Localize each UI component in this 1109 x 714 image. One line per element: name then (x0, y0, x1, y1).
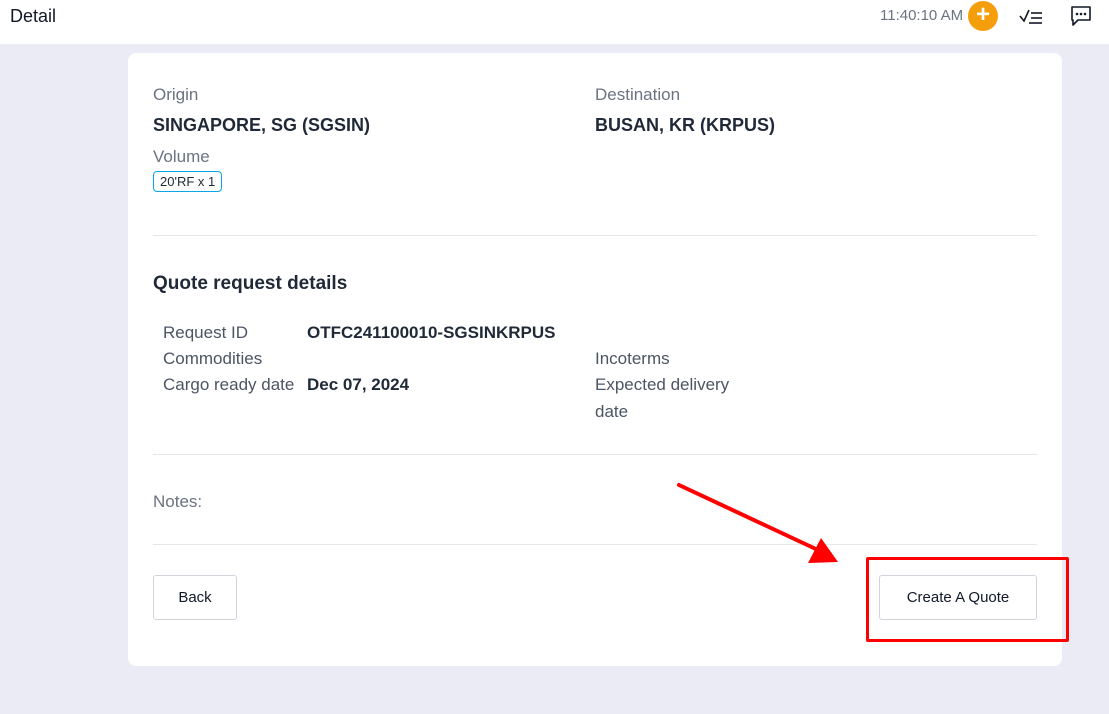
destination-label: Destination (595, 85, 681, 104)
expected-delivery-label-cont: date (595, 402, 629, 421)
divider (153, 454, 1037, 455)
notes-label: Notes: (153, 492, 203, 511)
add-button[interactable]: + (968, 1, 998, 31)
origin-label: Origin (153, 85, 199, 104)
request-id-label: Request ID (163, 323, 249, 342)
incoterms-label: Incoterms (595, 349, 670, 368)
back-button[interactable]: Back (153, 575, 237, 620)
quote-request-card: Origin SINGAPORE, SG (SGSIN) Destination… (128, 53, 1062, 666)
commodities-label: Commodities (163, 349, 263, 368)
clock-time: 11:40:10 AM (880, 7, 964, 24)
section-title: Quote request details (153, 273, 348, 294)
chat-icon[interactable] (1068, 4, 1094, 28)
origin-value: SINGAPORE, SG (SGSIN) (153, 115, 371, 135)
destination-value: BUSAN, KR (KRPUS) (595, 115, 775, 135)
top-bar: Detail 11:40:10 AM + (0, 0, 1109, 44)
volume-label: Volume (153, 147, 210, 166)
checklist-icon[interactable] (1018, 4, 1044, 28)
volume-tag: 20'RF x 1 (153, 171, 223, 192)
cargo-ready-label: Cargo ready date (163, 375, 295, 394)
divider (153, 235, 1037, 236)
cargo-ready-value: Dec 07, 2024 (307, 375, 410, 394)
divider (153, 544, 1037, 545)
page-title: Detail (10, 6, 57, 26)
expected-delivery-label: Expected delivery (595, 375, 730, 394)
request-id-value: OTFC241100010-SGSINKRPUS (307, 323, 556, 342)
create-quote-button[interactable]: Create A Quote (879, 575, 1037, 620)
plus-icon: + (975, 1, 990, 28)
